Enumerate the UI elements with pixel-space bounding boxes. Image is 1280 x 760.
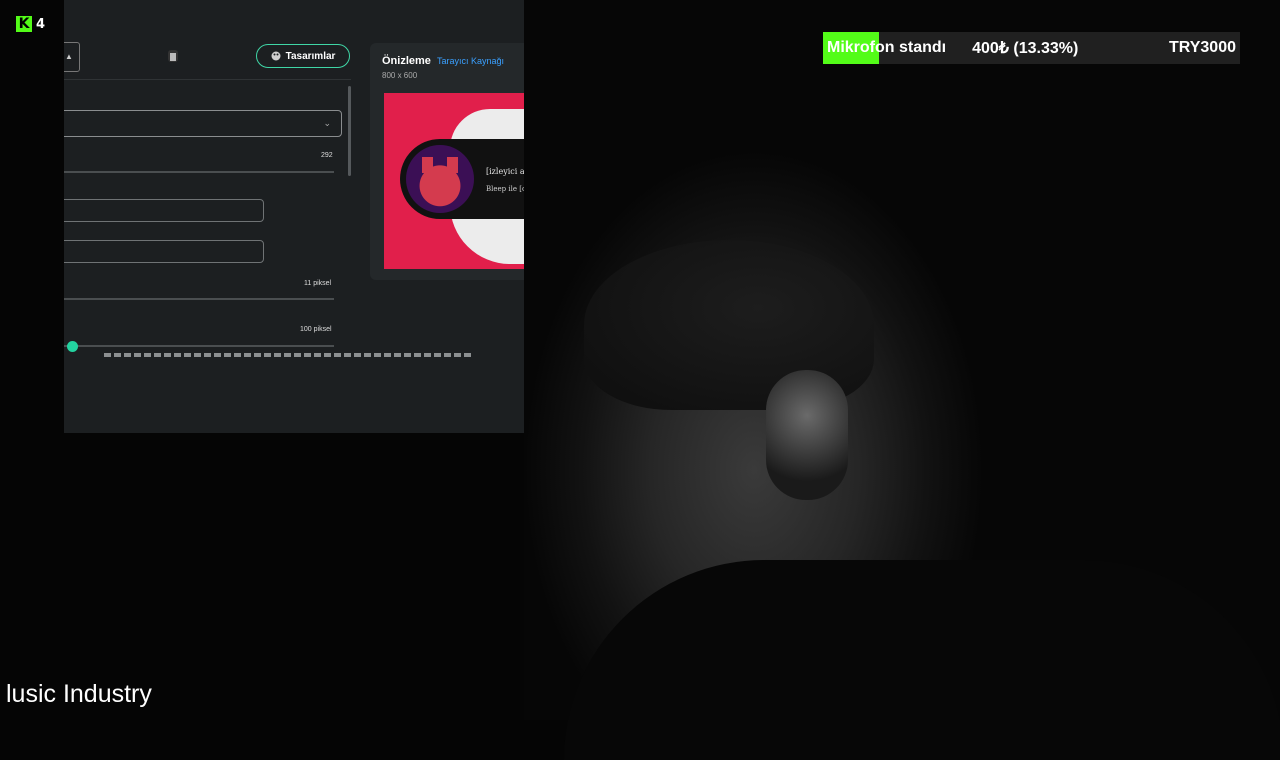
collapse-button[interactable]: ▲ (64, 42, 80, 72)
palette-icon (271, 51, 281, 61)
alert-line2: Bleep ile [oyun (486, 185, 524, 193)
goal-name: Mikrofon standı (827, 39, 947, 56)
style-select[interactable]: ⌄ (64, 110, 342, 137)
slider1-value: 292 (321, 152, 333, 159)
designs-button[interactable]: Tasarımlar (256, 44, 350, 68)
dashed-separator (104, 353, 472, 357)
alert-line1: [izleyici adı] [ (486, 167, 524, 176)
panel-scrollbar[interactable] (348, 86, 351, 176)
goal-target: TRY3000 (1169, 39, 1236, 56)
kick-logo-icon: K (16, 16, 32, 32)
webcam-feed (524, 0, 1280, 760)
alert-preview-canvas: [izleyici adı] [ Bleep ile [oyun (384, 93, 524, 269)
cat-avatar-image (406, 145, 474, 213)
chevron-down-icon: ⌄ (323, 118, 331, 128)
alert-editor-panel: ▲ Tasarımlar ⌄ 292 11 piksel 100 piksel … (64, 0, 524, 433)
slider3-track[interactable] (64, 345, 334, 347)
donation-goal-bar: Mikrofon standı 400₺ (13.33%) TRY3000 (823, 32, 1240, 64)
preview-source-link[interactable]: Tarayıcı Kaynağı (437, 56, 504, 66)
slider3-value: 100 piksel (300, 326, 332, 333)
alert-box: [izleyici adı] [ Bleep ile [oyun (400, 139, 524, 219)
slider2-track[interactable] (64, 298, 334, 300)
viewer-count: 4 (36, 16, 46, 32)
slider1-track[interactable] (64, 171, 334, 173)
divider (64, 79, 351, 80)
trash-icon (170, 52, 176, 61)
preview-title: Önizleme Tarayıcı Kaynağı (382, 55, 504, 67)
webcam-person-shirt (564, 560, 1280, 760)
preview-title-text: Önizleme (382, 55, 431, 67)
designs-button-label: Tasarımlar (285, 50, 336, 62)
now-playing-text: lusic Industry (6, 680, 152, 708)
slider3-handle[interactable] (67, 341, 78, 352)
text-input-1[interactable] (64, 199, 264, 222)
text-input-2[interactable] (64, 240, 264, 263)
preview-card: Önizleme Tarayıcı Kaynağı 800 x 600 [izl… (370, 43, 524, 280)
delete-button[interactable] (168, 50, 178, 62)
headset-icon (766, 370, 848, 500)
preview-size: 800 x 600 (382, 71, 418, 80)
slider2-value: 11 piksel (304, 280, 332, 287)
viewer-badge: K 4 (16, 16, 45, 32)
goal-progress-text: 400₺ (13.33%) (972, 40, 1079, 57)
